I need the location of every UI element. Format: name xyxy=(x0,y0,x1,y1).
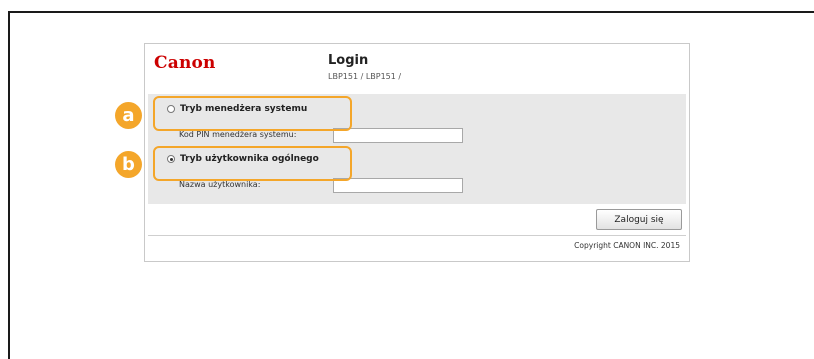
page-title: Login xyxy=(328,53,369,68)
copyright-text: Copyright CANON INC. 2015 xyxy=(574,241,680,250)
login-button[interactable]: Zaloguj się xyxy=(596,209,682,230)
frame-top-border xyxy=(8,11,814,13)
frame-left-border xyxy=(8,11,10,359)
username-label: Nazwa użytkownika: xyxy=(179,180,261,189)
username-input[interactable] xyxy=(333,178,463,193)
callout-badge-b: b xyxy=(115,151,142,178)
callout-box-a xyxy=(153,96,352,131)
footer-divider xyxy=(148,235,686,236)
pin-input[interactable] xyxy=(333,128,463,143)
callout-box-b xyxy=(153,146,352,181)
device-name: LBP151 / LBP151 / xyxy=(328,72,402,81)
canon-logo: Canon xyxy=(154,53,216,73)
pin-label: Kod PIN menedżera systemu: xyxy=(179,130,297,139)
callout-badge-a: a xyxy=(115,102,142,129)
